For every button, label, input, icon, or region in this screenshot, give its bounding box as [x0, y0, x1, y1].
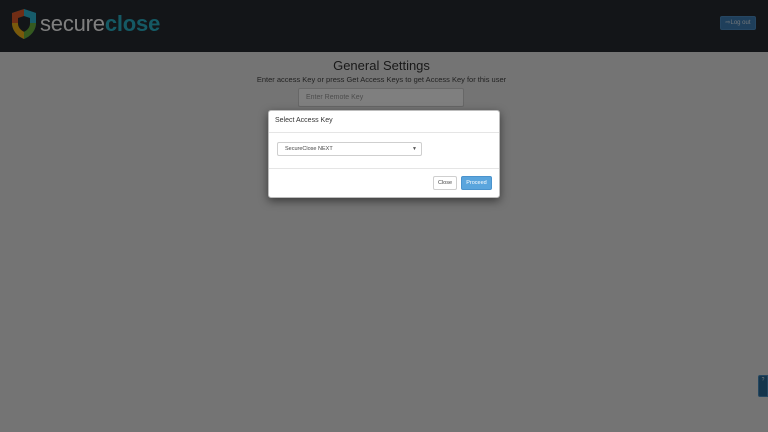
select-access-key-modal: Select Access Key SecureClose NEXT ▼ Clo…	[268, 110, 500, 198]
modal-header: Select Access Key	[269, 111, 499, 133]
modal-title: Select Access Key	[275, 117, 333, 124]
access-key-select[interactable]: SecureClose NEXT ▼	[277, 142, 422, 156]
caret-down-icon: ▼	[412, 146, 417, 152]
proceed-button[interactable]: Proceed	[461, 176, 492, 190]
close-button[interactable]: Close	[433, 176, 457, 190]
modal-backdrop[interactable]	[0, 0, 768, 432]
modal-footer: Close Proceed	[269, 169, 499, 197]
modal-body: SecureClose NEXT ▼	[269, 133, 499, 169]
access-key-selected-value: SecureClose NEXT	[285, 146, 333, 152]
